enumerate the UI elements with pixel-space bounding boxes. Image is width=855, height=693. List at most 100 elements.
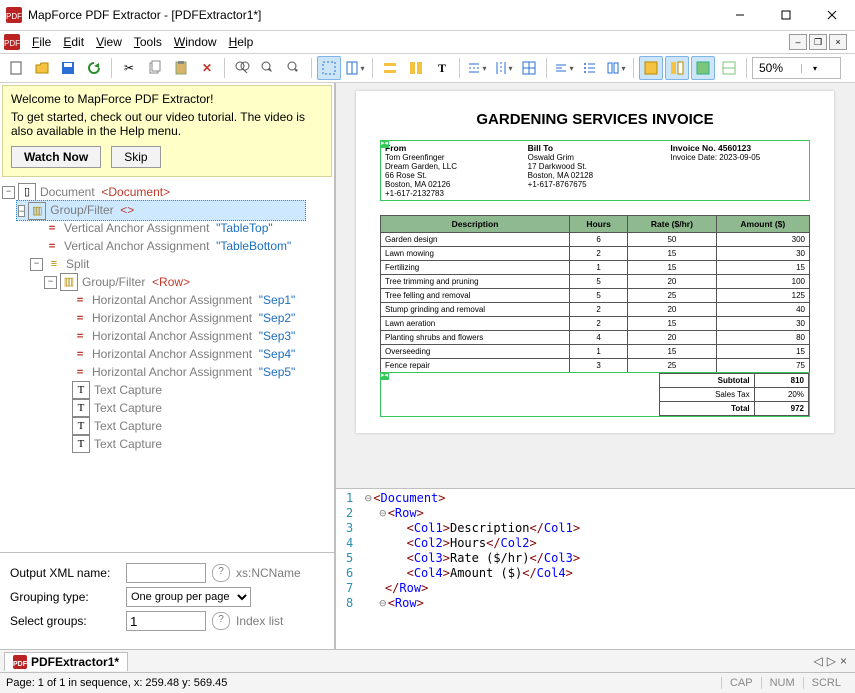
select-tool-icon[interactable]: [317, 56, 341, 80]
statusbar: Page: 1 of 1 in sequence, x: 259.48 y: 5…: [0, 672, 855, 693]
text-capture-icon: T: [72, 399, 90, 417]
group-tool-icon[interactable]: [378, 56, 402, 80]
mdi-minimize[interactable]: –: [789, 34, 807, 50]
cut-icon[interactable]: ✂: [117, 56, 141, 80]
status-num: NUM: [761, 677, 803, 689]
menu-tools[interactable]: Tools: [128, 33, 168, 51]
reload-icon[interactable]: [82, 56, 106, 80]
find-next-icon[interactable]: [282, 56, 306, 80]
tree-vaa-2[interactable]: Vertical Anchor Assignment: [64, 237, 209, 255]
svg-text:PDF: PDF: [6, 12, 22, 21]
close-button[interactable]: [809, 0, 855, 30]
tree-vaa-1[interactable]: Vertical Anchor Assignment: [64, 219, 209, 237]
menu-help[interactable]: Help: [223, 33, 260, 51]
anchor-marker: ▸◂: [380, 140, 389, 148]
maximize-button[interactable]: [763, 0, 809, 30]
mdi-restore[interactable]: ❐: [809, 34, 827, 50]
collapse-icon[interactable]: −: [44, 276, 57, 289]
table-row: Fence repair32575: [381, 359, 810, 373]
anchor-tool-icon[interactable]: ▾: [343, 56, 367, 80]
tree-group2[interactable]: Group/Filter: [82, 273, 145, 291]
tab-next-icon[interactable]: ▷: [827, 654, 836, 668]
split-icon: ≡: [46, 256, 62, 272]
hsplit-icon[interactable]: ▾: [465, 56, 489, 80]
skip-button[interactable]: Skip: [111, 146, 160, 168]
save-icon[interactable]: [56, 56, 80, 80]
collapse-icon[interactable]: −: [30, 258, 43, 271]
code-gutter: 12345678: [336, 489, 359, 649]
watch-now-button[interactable]: Watch Now: [11, 146, 101, 168]
view3-icon[interactable]: [691, 56, 715, 80]
help-icon[interactable]: ?: [212, 564, 230, 582]
group-icon: ▥: [60, 273, 78, 291]
distribute-icon[interactable]: ▾: [604, 56, 628, 80]
assignment-icon: =: [72, 292, 88, 308]
find-icon[interactable]: [230, 56, 254, 80]
tree-selected-row[interactable]: −▥Group/Filter <>: [16, 200, 306, 221]
document-tab[interactable]: PDF PDFExtractor1*: [4, 652, 128, 671]
find-prev-icon[interactable]: [256, 56, 280, 80]
toolbar: ✂ ✕ ▾ T ▾ ▾ ▾ ▾ 50%▾: [0, 54, 855, 83]
paste-icon[interactable]: [169, 56, 193, 80]
pdf-preview[interactable]: GARDENING SERVICES INVOICE ▸◂ FromTom Gr…: [336, 83, 855, 488]
new-icon[interactable]: [4, 56, 28, 80]
split-tool-icon[interactable]: [404, 56, 428, 80]
welcome-panel: Welcome to MapForce PDF Extractor! To ge…: [2, 85, 332, 177]
grid-icon[interactable]: [517, 56, 541, 80]
tab-close-icon[interactable]: ×: [840, 654, 847, 668]
minimize-button[interactable]: [717, 0, 763, 30]
prop-xmlname-input[interactable]: [126, 563, 206, 583]
view4-icon[interactable]: [717, 56, 741, 80]
assignment-icon: =: [44, 220, 60, 236]
tree-haa[interactable]: Horizontal Anchor Assignment: [92, 345, 252, 363]
status-cap: CAP: [721, 677, 761, 689]
view1-icon[interactable]: [639, 56, 663, 80]
tree-text-capture[interactable]: Text Capture: [94, 381, 162, 399]
menu-window[interactable]: Window: [168, 33, 223, 51]
zoom-combo[interactable]: 50%▾: [752, 57, 841, 79]
collapse-icon[interactable]: −: [18, 205, 25, 217]
status-scrl: SCRL: [803, 677, 849, 689]
table-row: Garden design650300: [381, 233, 810, 247]
properties-panel: Output XML name:?xs:NCName Grouping type…: [0, 552, 334, 649]
menu-file[interactable]: File: [26, 33, 57, 51]
code-source: ⊖<Document> ⊖<Row> <Col1>Description</Co…: [359, 489, 855, 649]
table-row: Lawn mowing21530: [381, 247, 810, 261]
tree-split[interactable]: Split: [66, 255, 89, 273]
tab-prev-icon[interactable]: ◁: [814, 654, 823, 668]
delete-icon[interactable]: ✕: [195, 56, 219, 80]
structure-tree[interactable]: −▯Document <Document> −▥Group/Filter <> …: [0, 179, 334, 552]
tree-haa[interactable]: Horizontal Anchor Assignment: [92, 291, 252, 309]
prop-selectgroups-input[interactable]: [126, 611, 206, 631]
totals-box: ▸◂ Subtotal810 Sales Tax20% Total972: [380, 372, 810, 417]
tree-haa[interactable]: Horizontal Anchor Assignment: [92, 327, 252, 345]
text-capture-icon[interactable]: T: [430, 56, 454, 80]
menu-view[interactable]: View: [90, 33, 128, 51]
left-panel: Welcome to MapForce PDF Extractor! To ge…: [0, 83, 335, 649]
list-icon[interactable]: [578, 56, 602, 80]
copy-icon[interactable]: [143, 56, 167, 80]
table-row: Stump grinding and removal22040: [381, 303, 810, 317]
menu-edit[interactable]: Edit: [57, 33, 90, 51]
vsplit-icon[interactable]: ▾: [491, 56, 515, 80]
help-icon[interactable]: ?: [212, 612, 230, 630]
collapse-icon[interactable]: −: [2, 186, 15, 199]
tree-haa[interactable]: Horizontal Anchor Assignment: [92, 309, 252, 327]
pdf-page: GARDENING SERVICES INVOICE ▸◂ FromTom Gr…: [356, 91, 834, 433]
tree-haa[interactable]: Horizontal Anchor Assignment: [92, 363, 252, 381]
table-row: Tree felling and removal525125: [381, 289, 810, 303]
view2-icon[interactable]: [665, 56, 689, 80]
xml-output-panel[interactable]: 12345678 ⊖<Document> ⊖<Row> <Col1>Descri…: [336, 488, 855, 649]
mdi-close[interactable]: ×: [829, 34, 847, 50]
mdi-buttons: – ❐ ×: [789, 34, 851, 50]
align-icon[interactable]: ▾: [552, 56, 576, 80]
tree-text-capture[interactable]: Text Capture: [94, 417, 162, 435]
tree-document[interactable]: Document: [40, 183, 95, 201]
menubar: PDF File Edit View Tools Window Help – ❐…: [0, 31, 855, 54]
window-buttons: [717, 0, 855, 30]
tree-text-capture[interactable]: Text Capture: [94, 435, 162, 453]
prop-grouping-label: Grouping type:: [10, 590, 120, 604]
open-icon[interactable]: [30, 56, 54, 80]
prop-grouping-select[interactable]: One group per page: [126, 587, 251, 607]
tree-text-capture[interactable]: Text Capture: [94, 399, 162, 417]
